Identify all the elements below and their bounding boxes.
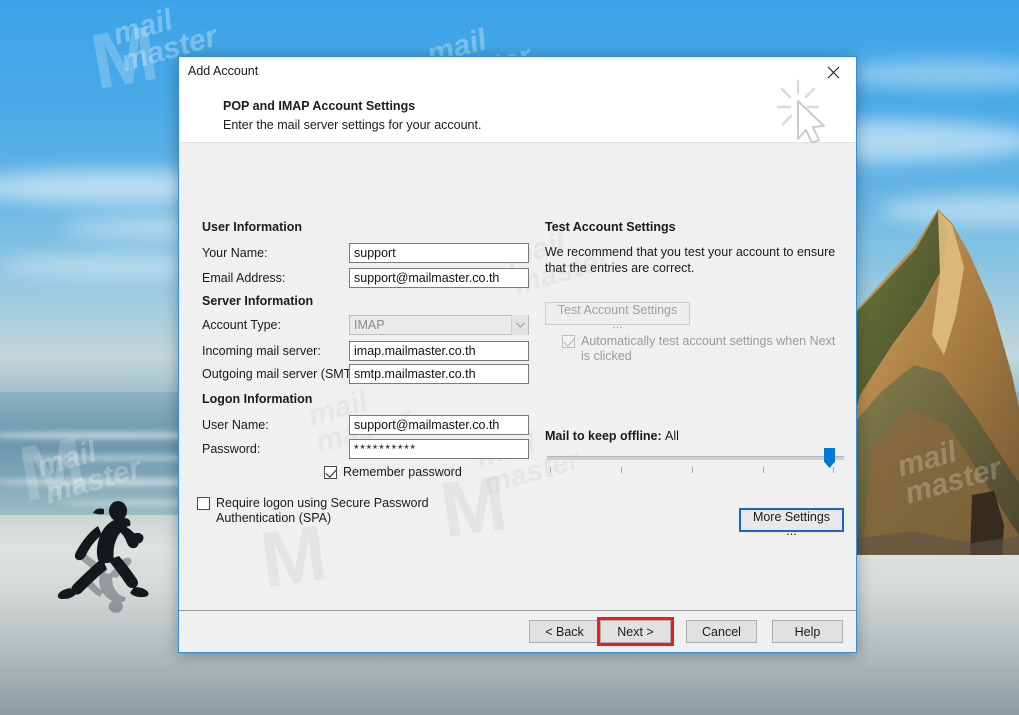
- dialog-footer: < Back Next > Cancel Help: [179, 611, 856, 652]
- dialog-header: [179, 88, 856, 142]
- incoming-mail-server-input[interactable]: [349, 341, 529, 361]
- outgoing-mail-server-input[interactable]: [349, 364, 529, 384]
- dialog-body: M mail master mail master M mail master …: [179, 143, 856, 610]
- auto-test-label: Automatically test account settings when…: [581, 334, 836, 363]
- require-spa-checkbox[interactable]: [197, 497, 210, 510]
- slider-tick: [692, 467, 693, 473]
- mail-offline-slider-track[interactable]: [547, 456, 844, 460]
- mail-offline-label: Mail to keep offline:: [545, 429, 662, 443]
- runner-reflection: [78, 553, 132, 613]
- remember-password-checkbox[interactable]: [324, 466, 337, 479]
- email-address-label: Email Address:: [202, 271, 286, 285]
- help-button[interactable]: Help: [772, 620, 843, 643]
- page-subtitle: Enter the mail server settings for your …: [223, 118, 482, 132]
- slider-tick: [763, 467, 764, 473]
- require-spa-row[interactable]: Require logon using Secure Password Auth…: [197, 496, 497, 526]
- slider-tick: [550, 467, 551, 473]
- watermark-logo: M: [84, 8, 165, 106]
- chevron-down-icon[interactable]: [511, 315, 528, 335]
- page-title: POP and IMAP Account Settings: [223, 99, 416, 113]
- user-information-heading: User Information: [202, 220, 303, 234]
- slider-tick: [621, 467, 622, 473]
- next-button[interactable]: Next >: [600, 620, 671, 643]
- slider-tick: [833, 467, 834, 473]
- password-input[interactable]: [349, 439, 529, 459]
- logon-information-heading: Logon Information: [202, 392, 313, 406]
- your-name-input[interactable]: [349, 243, 529, 263]
- back-button[interactable]: < Back: [529, 620, 600, 643]
- cancel-button[interactable]: Cancel: [686, 620, 757, 643]
- test-account-description: We recommend that you test your account …: [545, 245, 836, 275]
- require-spa-label: Require logon using Secure Password Auth…: [216, 496, 429, 525]
- dialog-title: Add Account: [188, 64, 259, 78]
- mail-offline-slider-thumb[interactable]: [824, 448, 835, 468]
- test-account-settings-heading: Test Account Settings: [545, 220, 676, 234]
- incoming-mail-server-label: Incoming mail server:: [202, 344, 321, 358]
- dialog-titlebar: Add Account: [179, 57, 856, 88]
- click-cursor-icon: [776, 79, 825, 144]
- remember-password-label: Remember password: [343, 465, 462, 479]
- auto-test-checkbox[interactable]: [562, 335, 575, 348]
- remember-password-row[interactable]: Remember password: [324, 465, 462, 480]
- password-label: Password:: [202, 442, 261, 456]
- account-type-select[interactable]: IMAP: [349, 315, 529, 335]
- mail-offline-value: All: [665, 429, 679, 443]
- test-account-settings-button[interactable]: Test Account Settings ...: [545, 302, 690, 331]
- auto-test-row[interactable]: Automatically test account settings when…: [562, 334, 847, 364]
- email-address-input[interactable]: [349, 268, 529, 288]
- cliff-rock-formation: [852, 209, 1019, 555]
- server-information-heading: Server Information: [202, 294, 314, 308]
- user-name-input[interactable]: [349, 415, 529, 435]
- user-name-label: User Name:: [202, 418, 269, 432]
- your-name-label: Your Name:: [202, 246, 268, 260]
- account-type-value: IMAP: [354, 318, 385, 332]
- outgoing-mail-server-label: Outgoing mail server (SMTP):: [202, 367, 368, 381]
- more-settings-button[interactable]: More Settings ...: [739, 508, 844, 538]
- account-type-label: Account Type:: [202, 318, 281, 332]
- add-account-dialog: Add Account POP and IMAP Account Setting…: [178, 56, 857, 653]
